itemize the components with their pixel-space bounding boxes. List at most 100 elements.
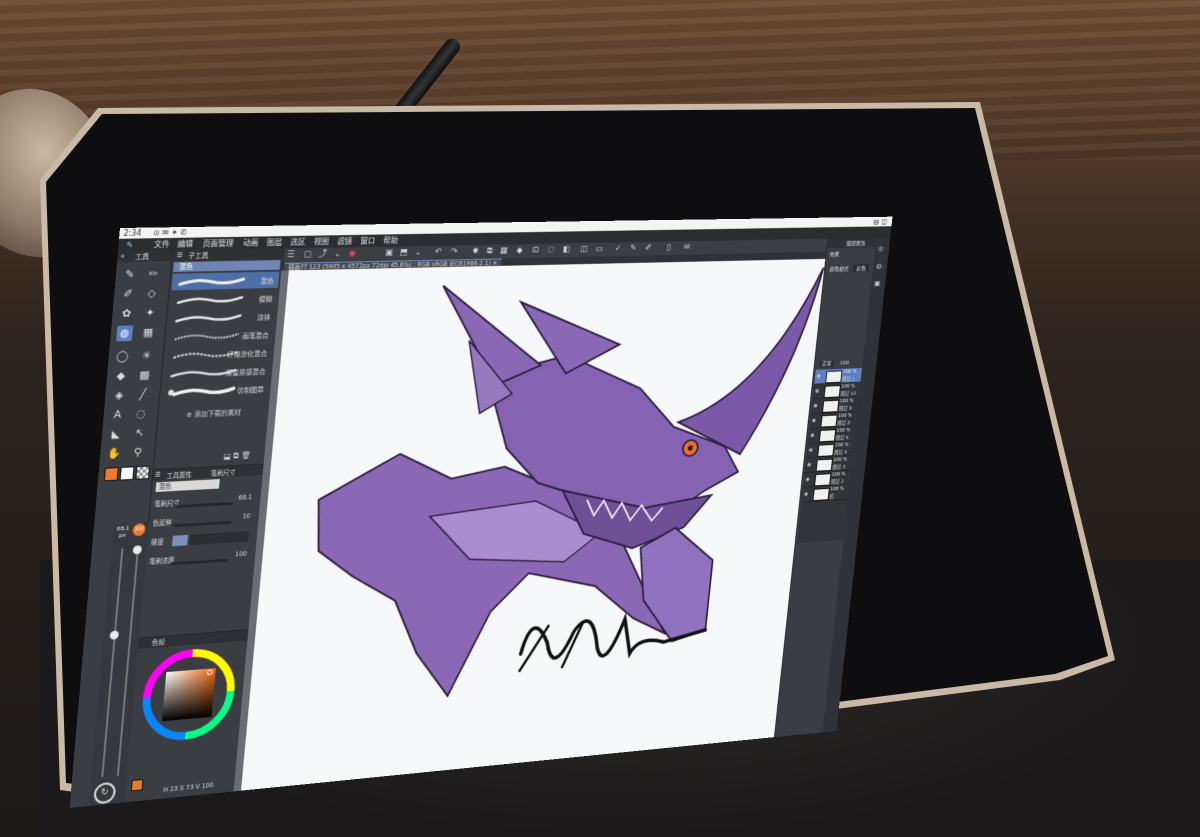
menu-page[interactable]: 页面管理 xyxy=(202,237,234,250)
brush-fiber-blend[interactable]: 纤维渗化混合 xyxy=(165,344,273,364)
brush-preview-icon[interactable]: ◍ xyxy=(876,262,882,270)
dropdown-icon[interactable]: ⌄ xyxy=(332,249,343,260)
grid-tool-icon[interactable]: ▦ xyxy=(140,325,157,341)
paste-icon[interactable]: ▦ xyxy=(498,246,509,256)
collapse-icon[interactable]: « xyxy=(120,252,125,260)
prop-hardness[interactable]: 硬度 xyxy=(150,531,254,549)
menu-view[interactable]: 视图 xyxy=(313,235,329,248)
menu-animation[interactable]: 动画 xyxy=(243,237,259,250)
opacity-slider-knob[interactable] xyxy=(133,545,143,554)
menu-icon[interactable]: ☰ xyxy=(285,250,296,261)
prop-color-stretch[interactable]: 色延伸 10 xyxy=(152,512,256,529)
eye-icon[interactable]: ◉ xyxy=(805,476,810,482)
text-tool-icon[interactable]: A xyxy=(109,407,126,423)
figure-tool-icon[interactable]: ◈ xyxy=(111,388,128,404)
magic-wand-icon[interactable]: ✳ xyxy=(138,348,155,364)
add-material-button[interactable]: ⊕ 添加下载的素材 xyxy=(158,406,269,422)
prop-brush-density[interactable]: 笔刷浓度 100 xyxy=(149,550,253,568)
property-menu-icon[interactable]: ☰ xyxy=(155,471,161,479)
device-icon[interactable]: ▯ xyxy=(663,243,673,253)
main-color-chip[interactable] xyxy=(131,779,144,791)
prop-slider[interactable] xyxy=(175,502,233,508)
line-tool-icon[interactable]: ╱ xyxy=(134,387,151,403)
blend-tool-icon[interactable]: ◍ xyxy=(116,325,133,341)
eye-icon[interactable]: ◉ xyxy=(810,432,815,438)
brush-tool-icon[interactable]: ✐ xyxy=(119,286,136,302)
fill-bucket-icon[interactable]: ◆ xyxy=(514,246,525,256)
pen-stabilizer-icon[interactable]: ✎ xyxy=(628,244,638,254)
eye-icon[interactable]: ◉ xyxy=(807,462,812,468)
info-icon[interactable]: ▣ xyxy=(874,279,881,287)
ruler-tool-icon[interactable]: ◣ xyxy=(107,426,124,442)
prop-slider[interactable] xyxy=(174,521,232,527)
menu-layer[interactable]: 图层 xyxy=(266,236,282,249)
brush-texture-blend[interactable]: 保留质感混合 xyxy=(163,362,271,382)
prop-slider[interactable] xyxy=(170,559,228,566)
copy-icon[interactable]: ⧉ xyxy=(484,247,495,257)
lasso-tool-icon[interactable]: ◯ xyxy=(114,349,131,365)
settings-gear-icon[interactable]: ✹ xyxy=(470,247,481,257)
crop-icon[interactable]: ⊡ xyxy=(530,246,541,256)
brush-clone-stamp[interactable]: 仿制图章 xyxy=(162,380,270,400)
invert-icon[interactable]: ◧ xyxy=(561,245,572,255)
eye-icon[interactable]: ◉ xyxy=(804,491,809,497)
chat-icon[interactable]: ✉ xyxy=(682,243,692,253)
brush-blur[interactable]: 模糊 xyxy=(170,290,278,309)
eye-icon[interactable]: ◉ xyxy=(815,388,820,394)
transparent-color-swatch[interactable] xyxy=(135,466,150,480)
menu-help[interactable]: 帮助 xyxy=(383,234,399,246)
pen-tool-icon[interactable]: ✎ xyxy=(121,267,138,283)
undo-icon[interactable]: ↶ xyxy=(432,248,443,258)
canvas-paper[interactable] xyxy=(241,259,837,796)
eye-icon[interactable]: ◉ xyxy=(808,447,813,453)
hardness-selector[interactable] xyxy=(172,531,249,546)
sparkle-tool-icon[interactable]: ✦ xyxy=(141,305,158,321)
export-icon[interactable]: ⬒ xyxy=(398,248,409,259)
pencil-tool-icon[interactable]: ✏ xyxy=(145,266,162,282)
brush-blend[interactable]: 混色 xyxy=(171,272,279,291)
eyedropper-tool-icon[interactable]: ⚲ xyxy=(129,445,146,461)
move-tool-icon[interactable]: ↖ xyxy=(131,425,148,441)
menu-window[interactable]: 窗口 xyxy=(360,235,376,248)
subtool-menu-icon[interactable]: ☰ xyxy=(176,251,183,259)
layer-opacity-value[interactable]: 100 xyxy=(840,360,850,366)
clear-icon[interactable]: ◌ xyxy=(546,245,557,255)
redo-icon[interactable]: ↷ xyxy=(449,247,460,257)
brush-name-field[interactable]: 混色 xyxy=(156,479,220,492)
hand-tool-icon[interactable]: ✋ xyxy=(106,446,123,462)
layer-mode-select[interactable]: 正常 xyxy=(819,360,834,367)
menu-file[interactable]: 文件 xyxy=(153,238,170,251)
save-icon[interactable]: ▣ xyxy=(383,248,394,259)
size-slider-knob[interactable] xyxy=(110,630,120,639)
decoration-tool-icon[interactable]: ✿ xyxy=(118,306,135,322)
eye-icon[interactable]: ◉ xyxy=(816,373,821,379)
subtool-footer-icons[interactable]: ⬓ ⧉ 🗑 xyxy=(223,451,251,462)
expand-icon[interactable]: ⌄ xyxy=(413,248,424,259)
menu-select[interactable]: 选区 xyxy=(290,236,306,249)
ruler-check-icon[interactable]: ✓ xyxy=(613,244,623,254)
prop-brush-size[interactable]: 笔刷尺寸 68.1 xyxy=(154,493,258,510)
deselect-icon[interactable]: ▭ xyxy=(594,245,604,255)
brush-icon[interactable]: ✐ xyxy=(643,244,653,254)
background-color-swatch[interactable] xyxy=(120,466,135,480)
select-all-icon[interactable]: ◫ xyxy=(579,245,589,255)
navigator-icon[interactable]: ◎ xyxy=(878,245,884,253)
blend-mode-select[interactable]: 彩色 xyxy=(853,264,870,272)
fill-tool-icon[interactable]: ◆ xyxy=(112,368,129,384)
menu-filter[interactable]: 滤镜 xyxy=(337,235,353,248)
rotate-icon[interactable]: ↻ xyxy=(93,782,116,805)
new-file-icon[interactable]: ▢ xyxy=(302,250,313,261)
menu-edit[interactable]: 编辑 xyxy=(177,238,194,251)
color-wheel[interactable] xyxy=(137,644,241,746)
eye-icon[interactable]: ◉ xyxy=(813,403,818,409)
eraser-tool-icon[interactable]: ◇ xyxy=(143,286,160,302)
app-logo-icon[interactable]: ✎ xyxy=(126,239,134,252)
balloon-tool-icon[interactable]: ◌ xyxy=(133,406,150,422)
canvas-area[interactable] xyxy=(234,259,826,792)
property-tab[interactable]: 笔刷尺寸 xyxy=(210,467,236,478)
subtool-group-tab[interactable]: 混色 xyxy=(173,260,280,272)
cloud-icon[interactable]: ◉ xyxy=(347,249,358,260)
eye-icon[interactable]: ◉ xyxy=(812,417,817,423)
brush-paint-blend[interactable]: 画笔混合 xyxy=(167,326,275,346)
brush-smudge[interactable]: 涂抹 xyxy=(168,308,276,327)
